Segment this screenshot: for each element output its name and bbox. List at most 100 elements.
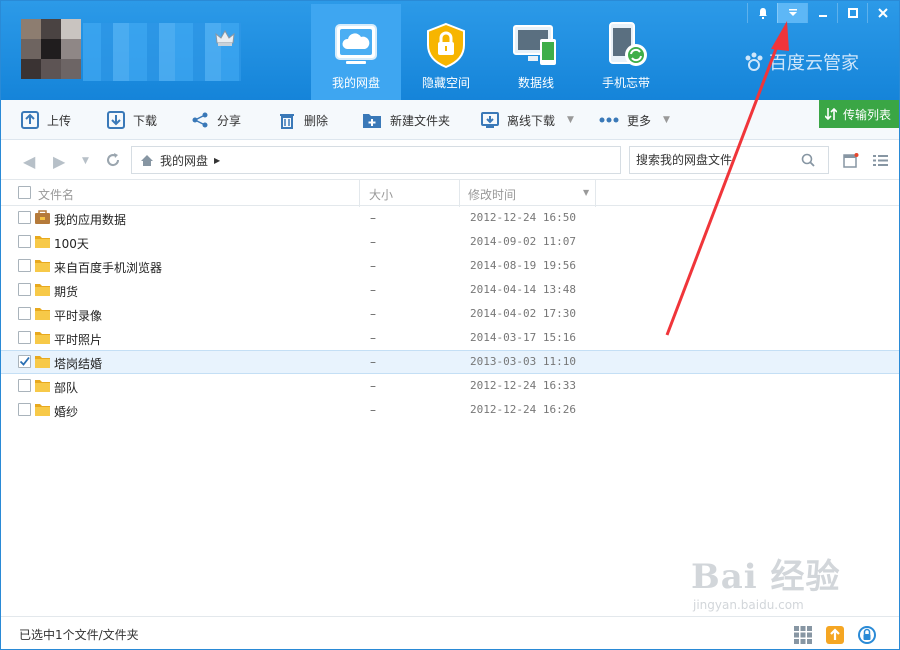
file-modified: 2014-04-14 13:48 (470, 283, 576, 296)
delete-button[interactable]: 删除 (278, 110, 328, 130)
row-checkbox[interactable] (18, 379, 31, 392)
paw-icon (745, 52, 763, 71)
sort-chevron-icon[interactable]: ▼ (583, 188, 589, 197)
file-modified: 2014-08-19 19:56 (470, 259, 576, 272)
file-size: – (370, 283, 376, 297)
table-row[interactable]: 100天 – 2014-09-02 11:07 (1, 230, 899, 254)
brand-text: 百度云管家 (769, 53, 859, 74)
forward-arrow-icon[interactable]: ▶ (53, 152, 65, 171)
breadcrumb[interactable]: 我的网盘 ▶ (131, 146, 621, 174)
folder-icon (35, 404, 50, 416)
dropdown-menu-icon[interactable] (777, 3, 807, 23)
file-name[interactable]: 部队 (54, 379, 78, 396)
file-name[interactable]: 婚纱 (54, 403, 78, 420)
column-modified[interactable]: 修改时间 (468, 186, 516, 203)
table-row[interactable]: 来自百度手机浏览器 – 2014-08-19 19:56 (1, 254, 899, 278)
home-icon (141, 154, 153, 166)
folder-icon (35, 380, 50, 392)
share-label: 分享 (217, 113, 242, 128)
file-name[interactable]: 塔岗结婚 (54, 355, 102, 372)
transfer-list-label: 传输列表 (843, 107, 892, 122)
column-divider[interactable] (459, 180, 460, 207)
row-checkbox[interactable] (18, 307, 31, 320)
file-name[interactable]: 来自百度手机浏览器 (54, 259, 162, 276)
table-row-selected[interactable]: 塔岗结婚 – 2013-03-03 11:10 (1, 350, 899, 374)
tab-hidden-space[interactable]: 隐藏空间 (401, 4, 491, 100)
row-checkbox-checked[interactable] (18, 355, 31, 368)
transfer-list-button[interactable]: 传输列表 (819, 100, 899, 128)
table-row[interactable]: 部队 – 2012-12-24 16:33 (1, 374, 899, 398)
tab-label: 数据线 (517, 76, 554, 90)
download-icon (107, 111, 125, 129)
watermark-url: jingyan.baidu.com (693, 598, 804, 612)
column-divider[interactable] (595, 180, 596, 207)
file-size: – (370, 403, 376, 417)
row-checkbox[interactable] (18, 331, 31, 344)
address-bar: ◀ ▶ ▼ 我的网盘 ▶ (1, 141, 899, 179)
share-button[interactable]: 分享 (191, 110, 241, 130)
file-size: – (370, 331, 376, 345)
download-button[interactable]: 下载 (107, 110, 157, 130)
table-row[interactable]: 婚纱 – 2012-12-24 16:26 (1, 398, 899, 422)
maximize-icon[interactable] (837, 3, 867, 23)
search-icon[interactable] (801, 153, 815, 167)
view-thumbnail-icon[interactable] (843, 153, 859, 168)
close-icon[interactable] (867, 3, 897, 23)
view-list-icon[interactable] (873, 154, 888, 167)
column-size[interactable]: 大小 (369, 186, 393, 203)
refresh-icon[interactable] (105, 152, 121, 168)
toolbar: 上传 下载 分享 删除 新建文件夹 离线下载 ▼ 更多 ▼ (1, 100, 899, 140)
row-checkbox[interactable] (18, 235, 31, 248)
file-modified: 2014-03-17 15:16 (470, 331, 576, 344)
file-name[interactable]: 平时照片 (54, 331, 102, 348)
select-all-checkbox[interactable] (18, 186, 31, 199)
avatar[interactable] (21, 19, 81, 79)
file-name[interactable]: 平时录像 (54, 307, 102, 324)
table-row[interactable]: 我的应用数据 – 2012-12-24 16:50 (1, 206, 899, 230)
offline-download-button[interactable]: 离线下载 ▼ (481, 110, 574, 130)
back-arrow-icon[interactable]: ◀ (23, 152, 35, 171)
bell-icon[interactable] (747, 3, 777, 23)
tab-data-cable[interactable]: 数据线 (491, 4, 581, 100)
file-name[interactable]: 期货 (54, 283, 78, 300)
new-folder-button[interactable]: 新建文件夹 (362, 110, 450, 130)
row-checkbox[interactable] (18, 259, 31, 272)
table-row[interactable]: 平时录像 – 2014-04-02 17:30 (1, 302, 899, 326)
tab-phone-forgot[interactable]: 手机忘带 (581, 4, 671, 100)
file-table-header: 文件名 大小 修改时间 ▼ (1, 179, 899, 207)
column-divider[interactable] (359, 180, 360, 207)
row-checkbox[interactable] (18, 403, 31, 416)
file-size: – (370, 211, 376, 225)
search-input[interactable] (636, 153, 801, 167)
upgrade-icon[interactable] (825, 625, 845, 645)
header-bar: 我的网盘 隐藏空间 数据线 手机忘带 百度云管家 (1, 1, 899, 100)
row-checkbox[interactable] (18, 283, 31, 296)
app-grid-icon[interactable] (793, 625, 813, 645)
column-name[interactable]: 文件名 (38, 186, 74, 203)
minimize-icon[interactable] (807, 3, 837, 23)
upload-button[interactable]: 上传 (21, 110, 71, 130)
tab-my-cloud[interactable]: 我的网盘 (311, 4, 401, 100)
file-size: – (370, 379, 376, 393)
row-checkbox[interactable] (18, 211, 31, 224)
download-label: 下载 (133, 113, 158, 128)
file-modified: 2012-12-24 16:50 (470, 211, 576, 224)
breadcrumb-item[interactable]: 我的网盘 (160, 152, 208, 169)
phone-sync-icon (609, 22, 647, 66)
watermark-logo: Bai 经验 (691, 557, 841, 597)
checkmark-icon (19, 356, 30, 366)
file-name[interactable]: 100天 (54, 235, 89, 252)
table-row[interactable]: 平时照片 – 2014-03-17 15:16 (1, 326, 899, 350)
search-box[interactable] (629, 146, 829, 174)
transfer-icon (825, 107, 837, 121)
folder-icon (35, 260, 50, 272)
file-name[interactable]: 我的应用数据 (54, 211, 126, 228)
table-row[interactable]: 期货 – 2014-04-14 13:48 (1, 278, 899, 302)
security-lock-icon[interactable] (857, 625, 877, 645)
folder-icon (35, 284, 50, 296)
file-modified: 2014-04-02 17:30 (470, 307, 576, 320)
history-dropdown-icon[interactable]: ▼ (82, 156, 89, 166)
folder-icon (35, 308, 50, 320)
breadcrumb-arrow-icon[interactable]: ▶ (214, 156, 220, 165)
more-button[interactable]: 更多 ▼ (599, 110, 670, 130)
